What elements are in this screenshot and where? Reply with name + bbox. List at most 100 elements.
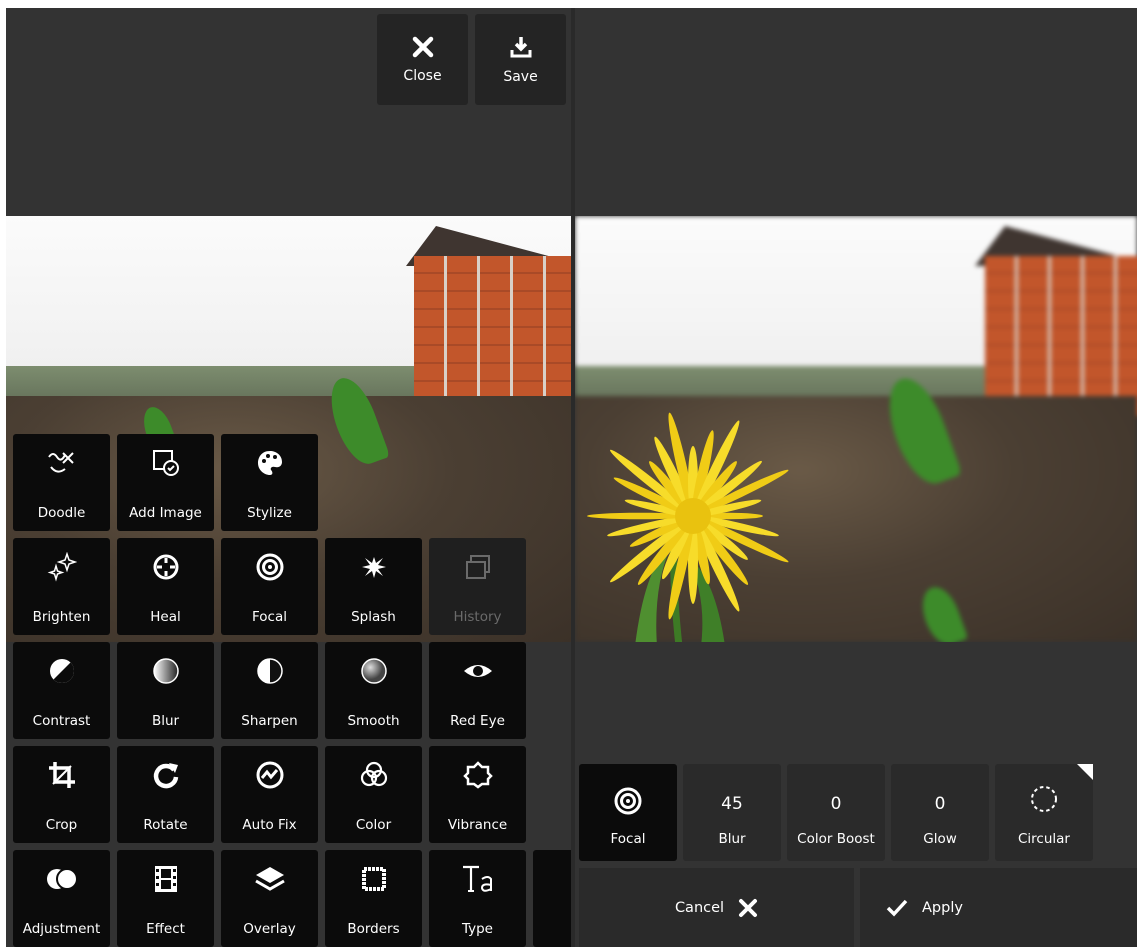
close-icon — [412, 36, 433, 57]
sparkles-icon — [47, 552, 77, 582]
tool-doodle[interactable]: Doodle — [13, 434, 110, 531]
cancel-button[interactable]: Cancel — [579, 868, 854, 947]
tool-red-eye[interactable]: Red Eye — [429, 642, 526, 739]
tool-label: Smooth — [347, 713, 400, 729]
color-boost-value: 0 — [830, 794, 842, 814]
close-icon — [739, 898, 758, 917]
blur-control[interactable]: 45 Blur — [683, 764, 781, 861]
color-boost-control[interactable]: 0 Color Boost — [787, 764, 885, 861]
download-icon — [510, 36, 531, 57]
doodle-icon — [47, 452, 74, 473]
tool-label: Auto Fix — [242, 817, 297, 833]
tool-label: Sharpen — [241, 713, 298, 729]
crop-icon — [48, 762, 75, 788]
contrast-icon — [49, 659, 74, 684]
tool-color[interactable]: Color — [325, 746, 422, 843]
close-button[interactable]: Close — [377, 14, 468, 105]
color-icon — [360, 761, 387, 787]
tool-label: Splash — [351, 609, 396, 625]
tool-label: Contrast — [32, 713, 91, 729]
color-boost-label: Color Boost — [797, 831, 875, 847]
blur-icon — [152, 658, 179, 684]
focal-icon — [614, 787, 642, 815]
checkmark-icon — [886, 899, 908, 917]
tool-label: Overlay — [243, 921, 296, 937]
tool-borders[interactable]: Borders — [325, 850, 422, 947]
apply-button[interactable]: Apply — [860, 868, 1137, 947]
tool-label: Add Image — [129, 505, 202, 521]
shape-label: Circular — [1018, 831, 1070, 847]
save-label: Save — [503, 68, 538, 85]
focal-label: Focal — [610, 831, 646, 847]
tool-label: Crop — [45, 817, 78, 833]
tool-label: Stylize — [247, 505, 292, 521]
tool-label: St — [533, 921, 571, 937]
close-label: Close — [403, 67, 442, 84]
add-image-icon — [152, 450, 179, 476]
smooth-icon — [360, 658, 387, 684]
splash-icon — [361, 557, 386, 578]
tool-adjustment[interactable]: Adjustment — [13, 850, 110, 947]
tool-label: Heal — [150, 609, 181, 625]
tool-vibrance[interactable]: Vibrance — [429, 746, 526, 843]
focal-preview-photo — [575, 216, 1137, 642]
tool-brighten[interactable]: Brighten — [13, 538, 110, 635]
blur-label: Blur — [718, 831, 746, 847]
tool-label: History — [453, 609, 502, 625]
auto-fix-icon — [256, 761, 283, 789]
tool-focal[interactable]: Focal — [221, 538, 318, 635]
tool-contrast[interactable]: Contrast — [13, 642, 110, 739]
focal-icon — [256, 553, 283, 581]
tool-blur[interactable]: Blur — [117, 642, 214, 739]
tool-rotate[interactable]: Rotate — [117, 746, 214, 843]
glow-value: 0 — [934, 794, 946, 814]
tool-crop[interactable]: Crop — [13, 746, 110, 843]
apply-label: Apply — [922, 899, 963, 916]
tool-label: Brighten — [32, 609, 91, 625]
circular-shape-icon — [1031, 786, 1057, 812]
heal-icon — [153, 554, 178, 580]
tool-overlay[interactable]: Overlay — [221, 850, 318, 947]
blur-value: 45 — [721, 794, 743, 814]
tool-label: Effect — [146, 921, 185, 937]
tool-smooth[interactable]: Smooth — [325, 642, 422, 739]
tool-label: Rotate — [143, 817, 188, 833]
layers-icon — [254, 867, 285, 891]
glow-control[interactable]: 0 Glow — [891, 764, 989, 861]
tool-label: Blur — [151, 713, 180, 729]
borders-icon — [361, 867, 386, 891]
dandelion-flower — [587, 412, 789, 642]
tool-auto-fix[interactable]: Auto Fix — [221, 746, 318, 843]
cancel-label: Cancel — [674, 899, 725, 916]
tool-effect[interactable]: Effect — [117, 850, 214, 947]
save-button[interactable]: Save — [475, 14, 566, 105]
history-icon — [465, 555, 490, 579]
tool-type[interactable]: Type — [429, 850, 526, 947]
type-icon — [462, 865, 492, 892]
tool-label: Type — [461, 921, 493, 937]
eye-icon — [463, 665, 492, 677]
tool-label: Red Eye — [450, 713, 505, 729]
tool-label: Doodle — [37, 505, 86, 521]
tool-splash[interactable]: Splash — [325, 538, 422, 635]
tool-label: Vibrance — [447, 817, 508, 833]
adjustment-icon — [46, 868, 78, 890]
tool-label: Focal — [252, 609, 287, 625]
dropdown-corner-indicator — [1077, 764, 1093, 780]
editor-left-panel: Close Save Doodle Add Image Stylize Brig… — [6, 8, 571, 947]
tool-history[interactable]: History — [429, 538, 526, 635]
brick-building — [414, 256, 571, 416]
focal-mode-button[interactable]: Focal — [579, 764, 677, 861]
tool-label: Color — [355, 817, 392, 833]
editor-right-panel: Focal 45 Blur 0 Color Boost 0 Glow Circu… — [575, 8, 1137, 947]
tool-add-image[interactable]: Add Image — [117, 434, 214, 531]
palette-icon — [257, 451, 282, 475]
shape-control[interactable]: Circular — [995, 764, 1093, 861]
vibrance-icon — [462, 761, 493, 789]
sharpen-icon — [256, 658, 283, 684]
tool-sticker[interactable]: St — [533, 850, 571, 947]
glow-label: Glow — [923, 831, 957, 847]
tool-sharpen[interactable]: Sharpen — [221, 642, 318, 739]
tool-stylize[interactable]: Stylize — [221, 434, 318, 531]
tool-heal[interactable]: Heal — [117, 538, 214, 635]
